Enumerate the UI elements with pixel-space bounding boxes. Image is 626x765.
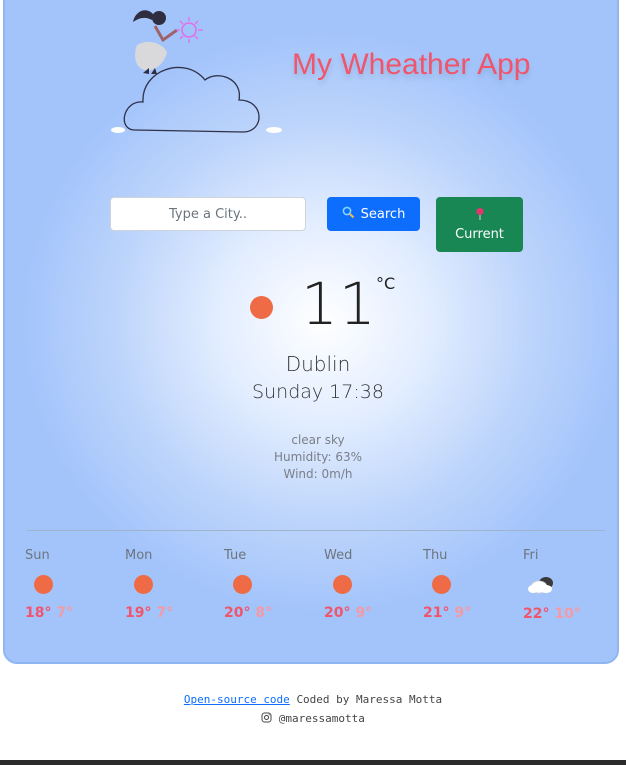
forecast-min-temp: 7° (156, 605, 174, 621)
forecast-divider (27, 530, 605, 531)
city-search-input[interactable] (110, 197, 306, 231)
forecast-day-name: Mon (125, 548, 153, 563)
forecast-day-name: Thu (423, 548, 448, 563)
forecast-day: Mon 19° 7° (125, 548, 205, 621)
woman-on-cloud-illustration (111, 10, 282, 133)
search-button[interactable]: Search (327, 197, 420, 231)
wind-text: Wind: 0m/h (283, 467, 353, 481)
forecast-day-name: Fri (523, 548, 539, 563)
humidity-text: Humidity: 63% (273, 450, 363, 464)
open-source-link[interactable]: Open-source code (184, 693, 290, 706)
sun-icon (432, 575, 451, 594)
current-temperature: 11 (301, 270, 377, 338)
forecast-day: Thu 21° 9° (423, 548, 503, 621)
current-datetime: Sunday 17:38 (252, 381, 384, 403)
forecast-day-name: Sun (25, 548, 50, 563)
forecast-min-temp: 10° (554, 606, 581, 622)
instagram-handle[interactable]: @maressamotta (279, 712, 365, 725)
forecast-max-temp: 20° (324, 605, 351, 621)
forecast-min-temp: 8° (255, 605, 273, 621)
sun-icon (34, 575, 53, 594)
weather-details: clear sky Humidity: 63% Wind: 0m/h (5, 432, 617, 483)
forecast-min-temp: 9° (355, 605, 373, 621)
instagram-icon (261, 712, 279, 725)
pin-icon (475, 207, 485, 225)
forecast-min-temp: 9° (454, 605, 472, 621)
current-button-label: Current (455, 227, 504, 242)
forecast-max-temp: 18° (25, 605, 52, 621)
forecast-day: Sun 18° 7° (25, 548, 105, 621)
forecast-max-temp: 22° (523, 606, 550, 622)
sun-icon (250, 296, 273, 319)
city-name: Dublin (285, 352, 351, 376)
sun-icon (134, 575, 153, 594)
weather-description: clear sky (291, 433, 345, 447)
credit-text: Coded by Maressa Motta (296, 693, 443, 706)
cloud-icon (526, 573, 556, 595)
bottom-bar (0, 760, 626, 765)
forecast-day: Wed 20° 9° (324, 548, 404, 621)
search-button-label: Search (360, 206, 406, 222)
current-location-button[interactable]: Current (436, 197, 523, 252)
forecast-day: Tue 20° 8° (224, 548, 304, 621)
forecast-day-name: Wed (324, 548, 353, 563)
sun-icon (233, 575, 252, 594)
forecast-max-temp: 20° (224, 605, 251, 621)
forecast-day-name: Tue (224, 548, 247, 563)
search-icon (342, 206, 355, 223)
forecast-day: Fri 22° 10° (523, 548, 603, 622)
sun-icon (333, 575, 352, 594)
temperature-unit[interactable]: °C (376, 274, 395, 293)
app-title: My Wheather App (292, 48, 531, 81)
forecast-max-temp: 19° (125, 605, 152, 621)
forecast-min-temp: 7° (56, 605, 74, 621)
weather-card: My Wheather App Search Current 11 °C Dub… (3, 0, 619, 664)
forecast-max-temp: 21° (423, 605, 450, 621)
page-footer: Open-source code Coded by Maressa Motta … (0, 690, 626, 728)
